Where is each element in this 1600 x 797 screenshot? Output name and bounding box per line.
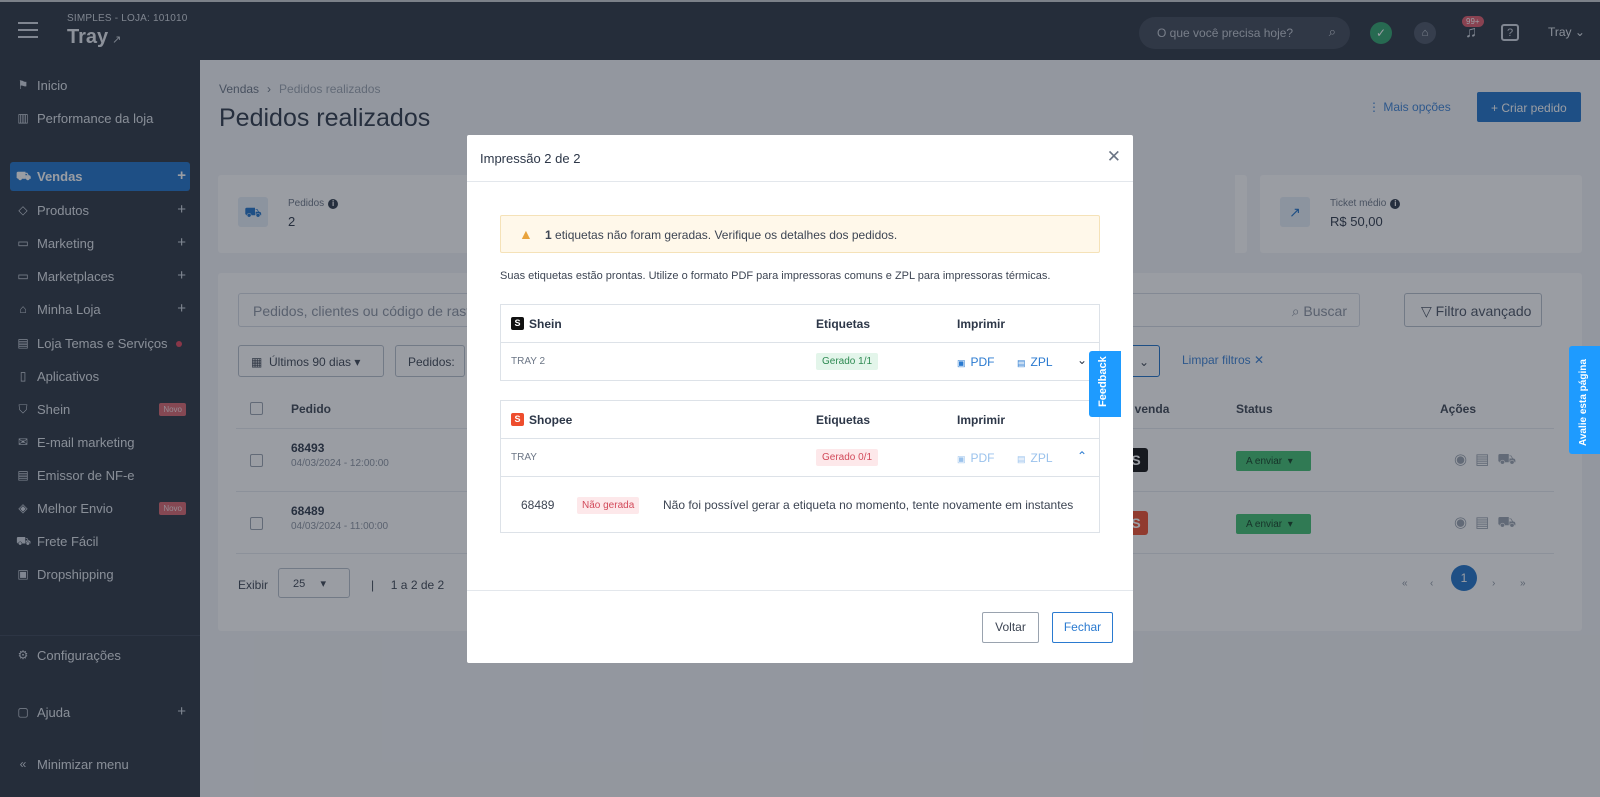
rate-page-tab[interactable]: Avalie esta página bbox=[1569, 346, 1600, 454]
status-badge: Gerado 1/1 bbox=[816, 353, 879, 370]
shopee-label-table: S Shopee Etiquetas Imprimir TRAY Gerado … bbox=[500, 400, 1100, 533]
modal-description: Suas etiquetas estão prontas. Utilize o … bbox=[500, 270, 1051, 282]
status-badge: Gerado 0/1 bbox=[816, 449, 879, 466]
pdf-link[interactable]: ▣ PDF bbox=[957, 355, 995, 369]
pdf-icon: ▣ bbox=[957, 454, 966, 464]
alert-text: etiquetas não foram geradas. Verifique o… bbox=[551, 228, 898, 242]
not-generated-badge: Não gerada bbox=[577, 497, 640, 514]
table-row: TRAY 2 Gerado 1/1 ▣ PDF ▤ ZPL ⌄ bbox=[501, 343, 1099, 380]
store-name: TRAY bbox=[511, 452, 537, 463]
back-button[interactable]: Voltar bbox=[982, 612, 1039, 643]
warning-icon: ▲ bbox=[519, 226, 533, 242]
column-imprimir: Imprimir bbox=[957, 317, 1006, 331]
column-etiquetas: Etiquetas bbox=[816, 317, 871, 331]
printer-icon: ▤ bbox=[1017, 358, 1026, 368]
shopee-logo-icon: S bbox=[511, 413, 524, 426]
modal-header: Impressão 2 de 2 ✕ bbox=[467, 135, 1133, 182]
column-etiquetas: Etiquetas bbox=[816, 413, 871, 427]
print-modal: Impressão 2 de 2 ✕ ▲ 1 etiquetas não for… bbox=[467, 135, 1133, 663]
printer-icon: ▤ bbox=[1017, 454, 1026, 464]
column-imprimir: Imprimir bbox=[957, 413, 1006, 427]
warning-alert: ▲ 1 etiquetas não foram geradas. Verifiq… bbox=[500, 215, 1100, 253]
chevron-down-icon[interactable]: ⌄ bbox=[1077, 353, 1087, 367]
table-header: S Shein Etiquetas Imprimir bbox=[501, 305, 1099, 343]
marketplace-name: Shein bbox=[529, 317, 562, 331]
close-button[interactable]: Fechar bbox=[1052, 612, 1113, 643]
zpl-label: ZPL bbox=[1030, 451, 1053, 465]
feedback-tab[interactable]: Feedback bbox=[1089, 351, 1121, 417]
zpl-label: ZPL bbox=[1030, 355, 1053, 369]
store-name: TRAY 2 bbox=[511, 356, 546, 367]
shein-logo-icon: S bbox=[511, 317, 524, 330]
close-icon[interactable]: ✕ bbox=[1107, 147, 1121, 167]
table-header: S Shopee Etiquetas Imprimir bbox=[501, 401, 1099, 439]
marketplace-name: Shopee bbox=[529, 413, 573, 427]
order-number: 68489 bbox=[521, 498, 555, 512]
rate-page-label: Avalie esta página bbox=[1578, 359, 1589, 446]
zpl-link[interactable]: ▤ ZPL bbox=[1017, 451, 1053, 465]
pdf-icon: ▣ bbox=[957, 358, 966, 368]
shein-label-table: S Shein Etiquetas Imprimir TRAY 2 Gerado… bbox=[500, 304, 1100, 381]
modal-footer-divider bbox=[467, 590, 1133, 591]
table-row: TRAY Gerado 0/1 ▣ PDF ▤ ZPL ⌃ bbox=[501, 439, 1099, 476]
feedback-label: Feedback bbox=[1097, 356, 1109, 407]
zpl-link[interactable]: ▤ ZPL bbox=[1017, 355, 1053, 369]
error-detail-row: 68489 Não gerada Não foi possível gerar … bbox=[501, 476, 1099, 532]
pdf-label: PDF bbox=[970, 451, 995, 465]
pdf-link[interactable]: ▣ PDF bbox=[957, 451, 995, 465]
alert-count: 1 bbox=[545, 228, 552, 242]
error-message: Não foi possível gerar a etiqueta no mom… bbox=[663, 498, 1074, 512]
pdf-label: PDF bbox=[970, 355, 995, 369]
modal-title: Impressão 2 de 2 bbox=[480, 151, 581, 166]
chevron-up-icon[interactable]: ⌃ bbox=[1077, 449, 1087, 463]
